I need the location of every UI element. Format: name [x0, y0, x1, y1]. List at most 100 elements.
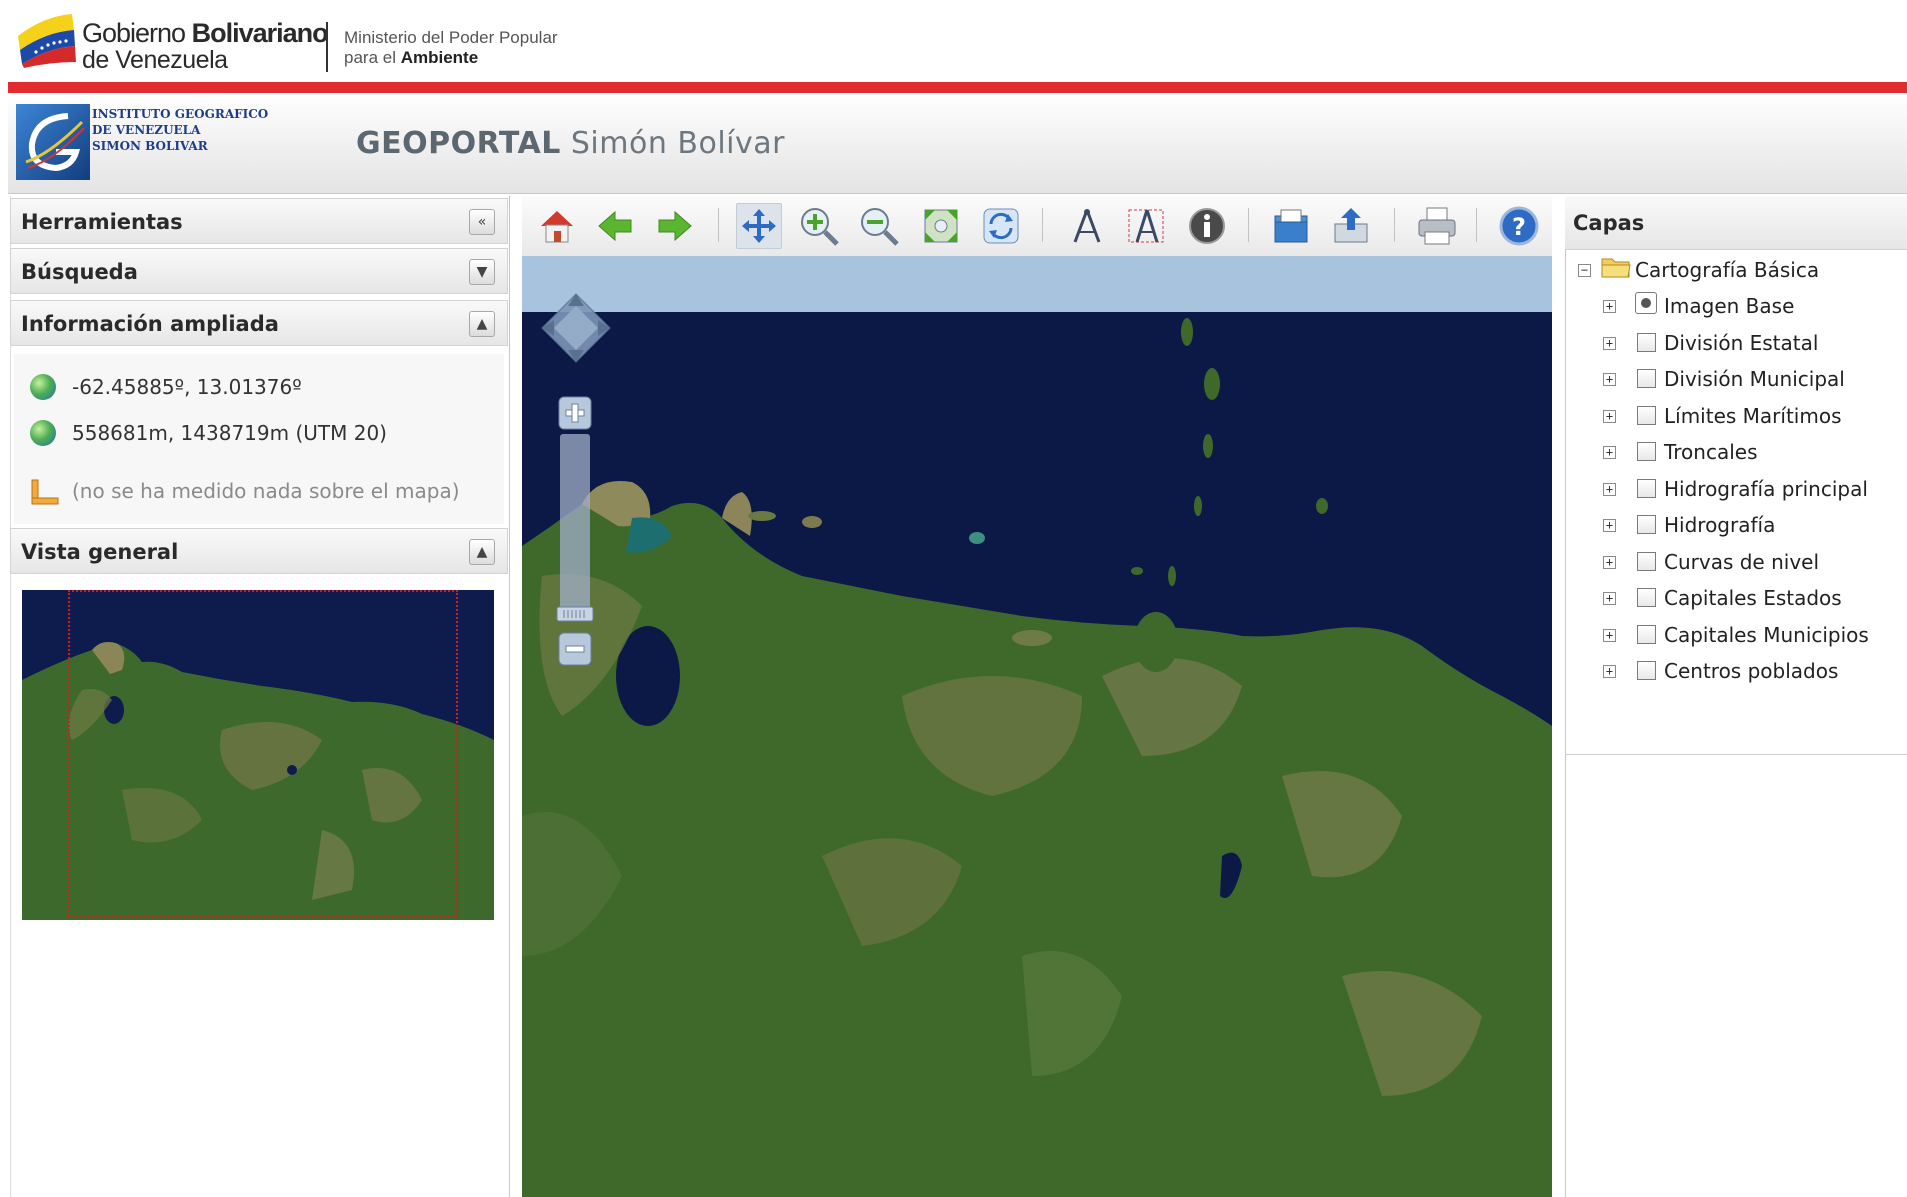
- layer-item[interactable]: + Hidrografía principal: [1600, 475, 1900, 505]
- expand-icon[interactable]: +: [1603, 446, 1616, 459]
- layer-group-label: Cartografía Básica: [1635, 258, 1820, 282]
- layer-label: División Estatal: [1664, 331, 1819, 355]
- zoom-in-button[interactable]: [796, 203, 842, 249]
- refresh-button[interactable]: [978, 203, 1024, 249]
- layer-item[interactable]: + División Municipal: [1600, 365, 1900, 395]
- expand-icon[interactable]: +: [1603, 665, 1616, 678]
- back-arrow-icon: [598, 210, 632, 242]
- layer-label: Capitales Municipios: [1664, 623, 1869, 647]
- print-icon: [1418, 207, 1456, 245]
- expand-icon[interactable]: +: [1603, 556, 1616, 569]
- map-canvas[interactable]: [522, 256, 1552, 1197]
- globe-icon: [30, 374, 56, 400]
- layer-item[interactable]: + Centros poblados: [1600, 657, 1900, 687]
- expand-icon[interactable]: +: [1603, 300, 1616, 313]
- pan-button[interactable]: [736, 203, 782, 249]
- header-divider: [326, 22, 328, 72]
- layer-label: Capitales Estados: [1664, 586, 1842, 610]
- expand-icon[interactable]: +: [1603, 629, 1616, 642]
- zoom-in-control[interactable]: [558, 396, 592, 430]
- measure-distance-button[interactable]: [1064, 203, 1110, 249]
- globe-icon: [30, 420, 56, 446]
- layer-checkbox[interactable]: [1637, 369, 1656, 388]
- help-icon: ?: [1499, 206, 1539, 246]
- measure-status: (no se ha medido nada sobre el mapa): [72, 479, 460, 503]
- section-title: Información ampliada: [21, 312, 279, 336]
- geo-coordinates: -62.45885º, 13.01376º: [72, 375, 302, 399]
- layer-checkbox[interactable]: [1637, 442, 1656, 461]
- zoom-slider-handle[interactable]: [556, 606, 594, 622]
- info-icon: [1189, 208, 1225, 244]
- section-herramientas[interactable]: Herramientas «: [10, 198, 508, 244]
- expand-icon[interactable]: +: [1603, 373, 1616, 386]
- expand-icon[interactable]: +: [1603, 592, 1616, 605]
- open-button[interactable]: [1268, 203, 1314, 249]
- forward-button[interactable]: [652, 203, 698, 249]
- home-button[interactable]: [534, 203, 580, 249]
- zoom-in-icon: [801, 208, 839, 246]
- utm-coordinates: 558681m, 1438719m (UTM 20): [72, 421, 387, 445]
- ruler-icon: [31, 479, 59, 505]
- back-button[interactable]: [592, 203, 638, 249]
- zoom-out-control[interactable]: [558, 632, 592, 666]
- layer-item[interactable]: + Límites Marítimos: [1600, 402, 1900, 432]
- export-button[interactable]: [1328, 203, 1374, 249]
- measure-area-icon: [1128, 209, 1164, 243]
- chevron-up-icon[interactable]: ▲: [469, 311, 495, 337]
- layer-checkbox[interactable]: [1637, 552, 1656, 571]
- layer-checkbox[interactable]: [1637, 406, 1656, 425]
- toolbar-separator: [1476, 208, 1477, 242]
- overview-extent-box[interactable]: [68, 590, 458, 918]
- layer-checkbox[interactable]: [1637, 588, 1656, 607]
- layer-item[interactable]: + División Estatal: [1600, 329, 1900, 359]
- layer-checkbox[interactable]: [1637, 479, 1656, 498]
- pan-icon: [742, 209, 776, 243]
- home-icon: [541, 211, 573, 243]
- info-button[interactable]: [1184, 203, 1230, 249]
- layer-label: Centros poblados: [1664, 659, 1839, 683]
- section-informacion-ampliada[interactable]: Información ampliada ▲: [10, 300, 508, 346]
- layer-item[interactable]: + Curvas de nivel: [1600, 548, 1900, 578]
- collapse-left-icon[interactable]: «: [469, 209, 495, 235]
- layer-label: Hidrografía principal: [1664, 477, 1868, 501]
- help-button[interactable]: ?: [1496, 203, 1542, 249]
- layers-title: Capas: [1573, 211, 1645, 235]
- layer-checkbox[interactable]: [1637, 661, 1656, 680]
- expand-icon[interactable]: +: [1603, 410, 1616, 423]
- expand-icon[interactable]: +: [1603, 483, 1616, 496]
- zoom-out-button[interactable]: [856, 203, 902, 249]
- layer-item[interactable]: + Hidrografía: [1600, 511, 1900, 541]
- section-title: Búsqueda: [21, 260, 138, 284]
- layer-checkbox[interactable]: [1637, 515, 1656, 534]
- layer-item[interactable]: + Imagen Base: [1600, 292, 1900, 322]
- zoom-out-icon: [861, 208, 899, 246]
- measure-distance-icon: [1073, 209, 1101, 243]
- section-vista-general[interactable]: Vista general ▲: [10, 528, 508, 574]
- layer-checkbox[interactable]: [1637, 333, 1656, 352]
- layer-radio[interactable]: [1635, 292, 1657, 314]
- pan-control[interactable]: [540, 292, 612, 364]
- toolbar-separator: [1042, 208, 1043, 242]
- expand-icon[interactable]: +: [1603, 519, 1616, 532]
- gov-title-line1: Gobierno Bolivariano: [82, 18, 329, 48]
- print-button[interactable]: [1414, 203, 1460, 249]
- section-busqueda[interactable]: Búsqueda ▼: [10, 248, 508, 294]
- measure-area-button[interactable]: [1124, 203, 1170, 249]
- layer-group-root[interactable]: − Cartografía Básica: [1575, 256, 1895, 286]
- zoom-extent-icon: [924, 209, 958, 243]
- expand-icon[interactable]: +: [1603, 337, 1616, 350]
- layer-item[interactable]: + Capitales Municipios: [1600, 621, 1900, 651]
- layer-item[interactable]: + Capitales Estados: [1600, 584, 1900, 614]
- zoom-extent-button[interactable]: [918, 203, 964, 249]
- chevron-down-icon[interactable]: ▼: [469, 259, 495, 285]
- toolbar-separator: [1394, 208, 1395, 242]
- collapse-icon[interactable]: −: [1578, 264, 1591, 277]
- institute-name: INSTITUTO GEOGRAFICO DE VENEZUELA SIMON …: [92, 107, 269, 153]
- open-folder-icon: [1274, 209, 1308, 243]
- layer-item[interactable]: + Troncales: [1600, 438, 1900, 468]
- header-accent-bar: [8, 82, 1907, 93]
- layer-label: Troncales: [1664, 440, 1758, 464]
- layer-checkbox[interactable]: [1637, 625, 1656, 644]
- chevron-up-icon[interactable]: ▲: [469, 539, 495, 565]
- zoom-bar[interactable]: [560, 434, 590, 610]
